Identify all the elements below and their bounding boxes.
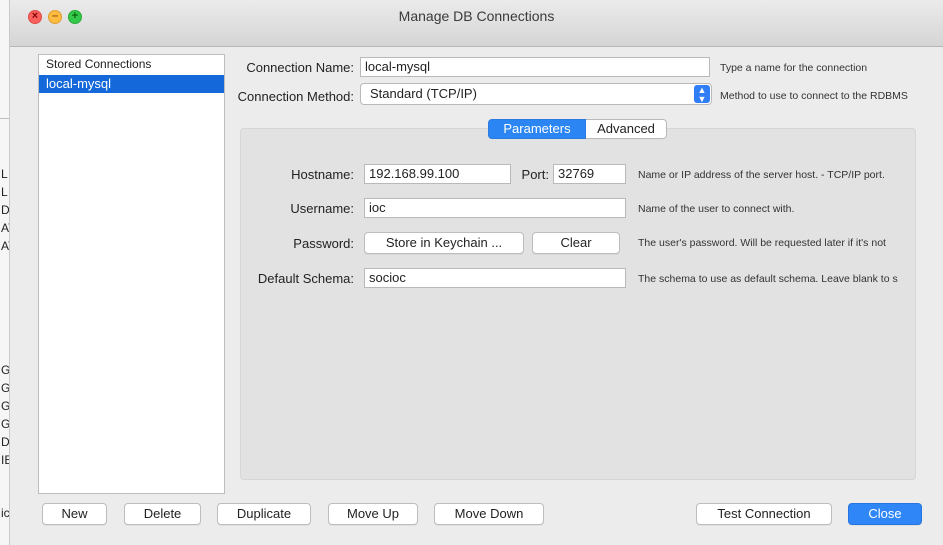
clear-password-button[interactable]: Clear bbox=[532, 232, 620, 254]
background-text: G bbox=[1, 363, 11, 377]
window-title: Manage DB Connections bbox=[398, 8, 555, 24]
default-schema-input[interactable]: socioc bbox=[364, 268, 626, 288]
hostname-hint: Name or IP address of the server host. -… bbox=[638, 169, 885, 181]
background-text: ic bbox=[1, 506, 10, 520]
connection-method-hint: Method to use to connect to the RDBMS bbox=[720, 90, 908, 102]
default-schema-hint: The schema to use as default schema. Lea… bbox=[638, 273, 898, 285]
stored-connections-list[interactable]: Stored Connections local-mysql bbox=[38, 54, 225, 494]
manage-db-connections-window: × – + Manage DB Connections Stored Conne… bbox=[10, 0, 943, 545]
title-bar[interactable]: × – + Manage DB Connections bbox=[10, 0, 943, 47]
username-label: Username: bbox=[290, 201, 354, 216]
port-input[interactable]: 32769 bbox=[553, 164, 626, 184]
port-label: Port: bbox=[521, 167, 549, 182]
connection-name-label: Connection Name: bbox=[246, 60, 354, 75]
connection-name-hint: Type a name for the connection bbox=[720, 62, 868, 74]
close-button[interactable]: Close bbox=[848, 503, 922, 525]
move-up-button[interactable]: Move Up bbox=[328, 503, 418, 525]
move-down-button[interactable]: Move Down bbox=[434, 503, 544, 525]
delete-connection-button[interactable]: Delete bbox=[124, 503, 201, 525]
background-text: D bbox=[1, 203, 10, 217]
connection-method-label: Connection Method: bbox=[237, 89, 354, 104]
tab-parameters[interactable]: Parameters bbox=[488, 119, 586, 139]
background-divider bbox=[0, 118, 10, 119]
test-connection-button[interactable]: Test Connection bbox=[696, 503, 832, 525]
background-text: L bbox=[1, 167, 8, 181]
hostname-input[interactable]: 192.168.99.100 bbox=[364, 164, 511, 184]
chevron-up-down-icon: ▲ ▼ bbox=[694, 85, 710, 104]
default-schema-label: Default Schema: bbox=[257, 271, 354, 286]
new-connection-button[interactable]: New bbox=[42, 503, 107, 525]
background-text: G bbox=[1, 381, 11, 395]
username-hint: Name of the user to connect with. bbox=[638, 203, 795, 215]
duplicate-connection-button[interactable]: Duplicate bbox=[217, 503, 311, 525]
background-text: L bbox=[1, 185, 8, 199]
connection-name-input[interactable]: local-mysql bbox=[360, 57, 710, 77]
tab-advanced[interactable]: Advanced bbox=[586, 119, 667, 139]
hostname-label: Hostname: bbox=[291, 167, 354, 182]
connection-method-select[interactable]: Standard (TCP/IP) ▲ ▼ bbox=[360, 83, 712, 105]
stored-connections-header: Stored Connections bbox=[46, 57, 152, 71]
password-hint: The user's password. Will be requested l… bbox=[638, 237, 886, 249]
store-in-keychain-button[interactable]: Store in Keychain ... bbox=[364, 232, 524, 254]
connection-item-local-mysql[interactable]: local-mysql bbox=[39, 75, 224, 93]
connection-method-value: Standard (TCP/IP) bbox=[370, 86, 477, 101]
password-label: Password: bbox=[293, 236, 354, 251]
background-text: G bbox=[1, 417, 11, 431]
background-text: G bbox=[1, 399, 11, 413]
username-input[interactable]: ioc bbox=[364, 198, 626, 218]
